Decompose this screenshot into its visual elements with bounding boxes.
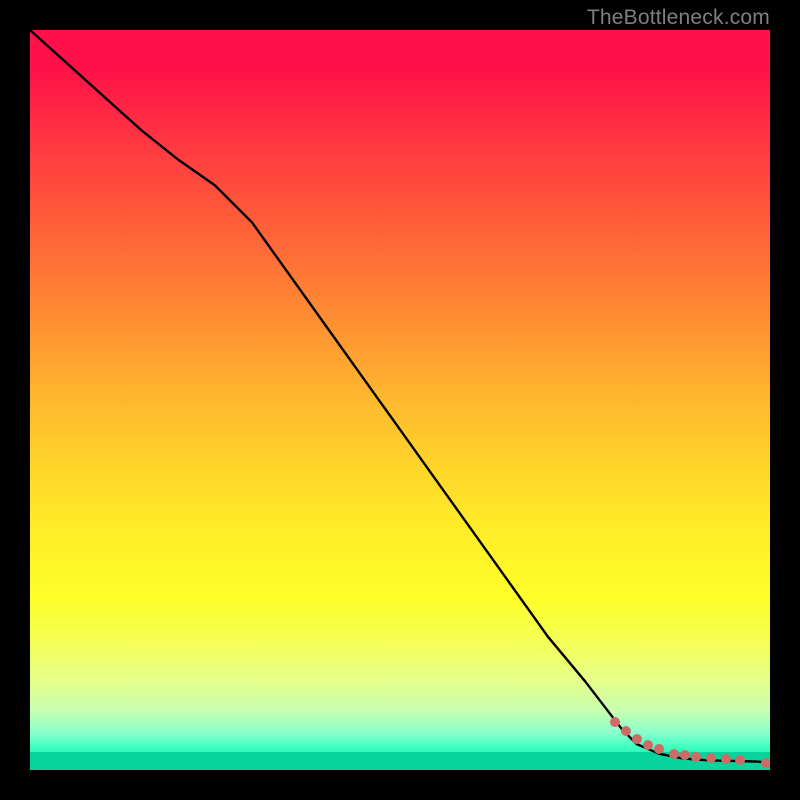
scatter-point (706, 753, 716, 763)
scatter-point (761, 758, 770, 768)
watermark-text: TheBottleneck.com (587, 6, 770, 30)
plot-area (30, 30, 770, 770)
chart-canvas: TheBottleneck.com (0, 0, 800, 800)
scatter-point (735, 755, 745, 765)
scatter-point (610, 717, 620, 727)
scatter-point (643, 740, 653, 750)
scatter-point (621, 726, 631, 736)
scatter-point (721, 754, 731, 764)
scatter-point (669, 749, 679, 759)
scatter-points-group (30, 30, 770, 770)
scatter-point (680, 750, 690, 760)
scatter-point (632, 734, 642, 744)
scatter-point (654, 744, 664, 754)
scatter-point (691, 752, 701, 762)
